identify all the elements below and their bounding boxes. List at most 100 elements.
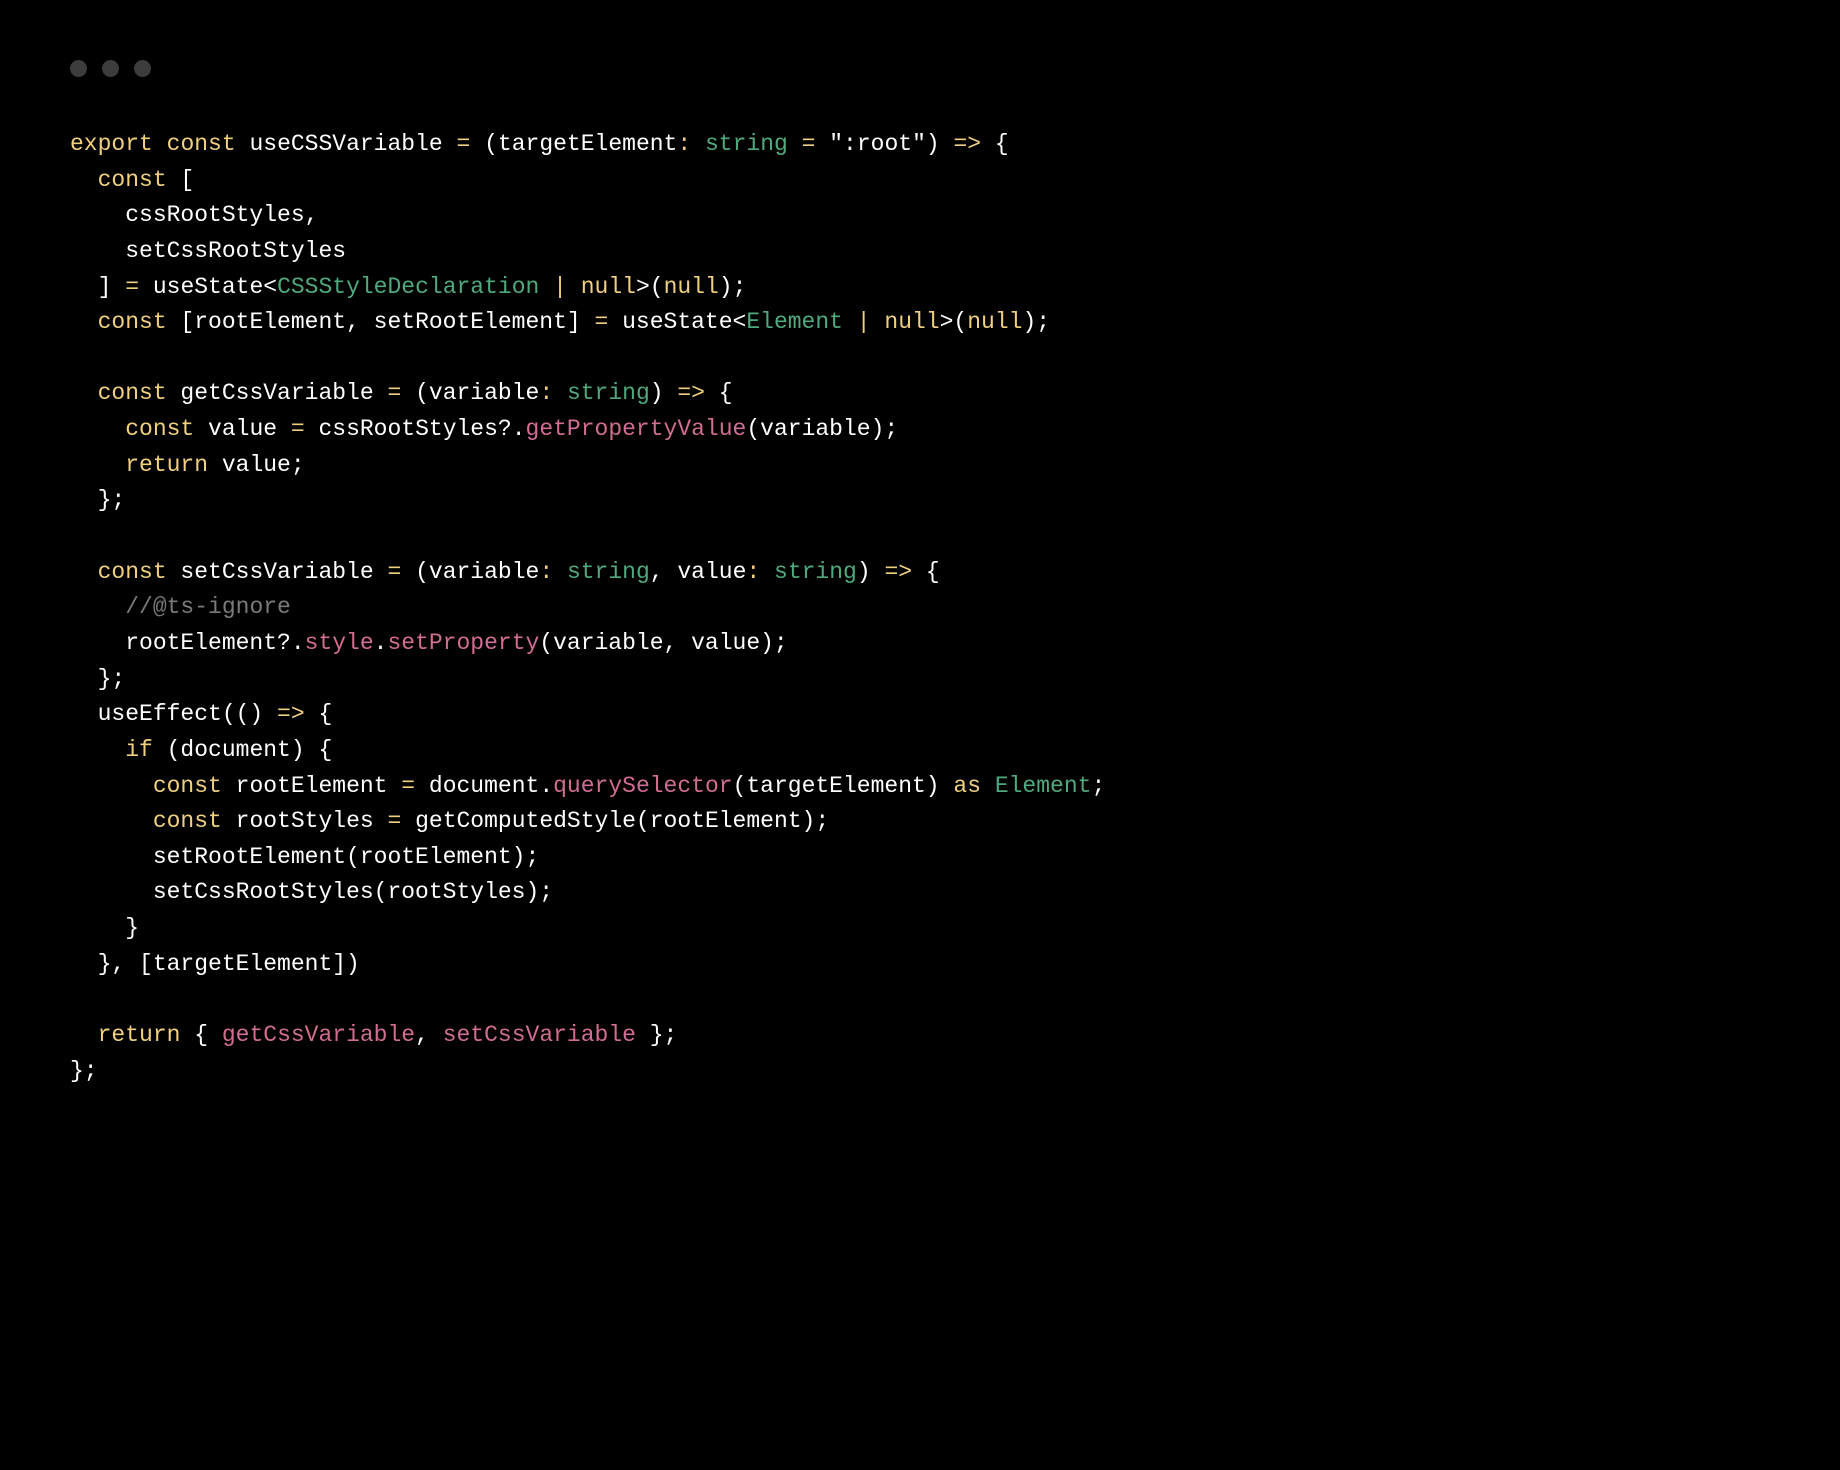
code-token — [553, 559, 567, 585]
traffic-dot-close-icon — [70, 60, 87, 77]
code-token: ); — [1022, 309, 1050, 335]
code-token — [70, 808, 153, 834]
traffic-dot-minimize-icon — [102, 60, 119, 77]
code-token — [70, 737, 125, 763]
code-token: : — [677, 131, 691, 157]
code-token: (document) { — [153, 737, 332, 763]
code-token: document. — [415, 773, 553, 799]
code-token: const — [153, 808, 222, 834]
code-token: => — [953, 131, 981, 157]
code-token: }; — [70, 666, 125, 692]
code-token: null — [664, 274, 719, 300]
code-token — [981, 773, 995, 799]
code-token: ) — [857, 559, 885, 585]
code-token: const — [98, 559, 167, 585]
code-token — [70, 559, 98, 585]
code-token: = — [291, 416, 305, 442]
code-token: { — [305, 701, 333, 727]
code-token — [843, 309, 857, 335]
code-token: ":root" — [829, 131, 926, 157]
code-token: { — [912, 559, 940, 585]
code-token: Element — [746, 309, 843, 335]
code-block: export const useCSSVariable = (targetEle… — [70, 127, 1770, 1089]
code-token: => — [277, 701, 305, 727]
code-token: }; — [70, 1058, 98, 1084]
code-token: = — [401, 773, 415, 799]
code-token — [153, 131, 167, 157]
code-token: getCssVariable — [167, 380, 388, 406]
code-token: string — [774, 559, 857, 585]
code-token: cssRootStyles?. — [305, 416, 526, 442]
code-token — [70, 452, 125, 478]
code-token — [760, 559, 774, 585]
code-token: string — [705, 131, 788, 157]
code-token: = — [595, 309, 609, 335]
code-token: getPropertyValue — [526, 416, 747, 442]
code-token: = — [387, 380, 401, 406]
code-token: const — [125, 416, 194, 442]
code-token: useState< — [139, 274, 277, 300]
code-token: (variable — [401, 559, 539, 585]
code-token: rootElement — [222, 773, 401, 799]
code-token: querySelector — [553, 773, 732, 799]
code-token: } — [70, 915, 139, 941]
code-token: setCssRootStyles — [70, 238, 346, 264]
code-token: ); — [719, 274, 747, 300]
code-token: : — [539, 380, 553, 406]
code-token: => — [884, 559, 912, 585]
code-token — [871, 309, 885, 335]
code-token: //@ts-ignore — [125, 594, 291, 620]
traffic-dot-zoom-icon — [134, 60, 151, 77]
code-token: setProperty — [387, 630, 539, 656]
code-token: getComputedStyle(rootElement); — [401, 808, 829, 834]
code-token: cssRootStyles, — [70, 202, 318, 228]
code-token: string — [567, 380, 650, 406]
code-token: const — [98, 167, 167, 193]
code-token: , — [415, 1022, 443, 1048]
code-token: string — [567, 559, 650, 585]
code-token: null — [581, 274, 636, 300]
code-token: = — [802, 131, 816, 157]
code-token: = — [387, 559, 401, 585]
code-token: ] — [70, 274, 125, 300]
code-token — [788, 131, 802, 157]
code-token: export — [70, 131, 153, 157]
code-token — [70, 309, 98, 335]
code-token — [70, 1022, 98, 1048]
code-token — [815, 131, 829, 157]
code-token: (variable); — [746, 416, 898, 442]
code-token: : — [539, 559, 553, 585]
code-token: const — [98, 309, 167, 335]
code-token: value — [194, 416, 291, 442]
code-token: if — [125, 737, 153, 763]
code-token: const — [153, 773, 222, 799]
code-token: = — [125, 274, 139, 300]
code-token: setRootElement(rootElement); — [70, 844, 539, 870]
code-token: >( — [636, 274, 664, 300]
code-token: [rootElement, setRootElement] — [167, 309, 595, 335]
code-token: }; — [636, 1022, 677, 1048]
code-token: }, [targetElement]) — [70, 951, 360, 977]
code-token — [539, 274, 553, 300]
code-token: return — [125, 452, 208, 478]
code-token: . — [374, 630, 388, 656]
code-token: setCssVariable — [167, 559, 388, 585]
code-token: as — [953, 773, 981, 799]
code-token: (targetElement — [470, 131, 677, 157]
code-token: value; — [208, 452, 305, 478]
code-token: rootElement?. — [70, 630, 305, 656]
code-window: export const useCSSVariable = (targetEle… — [0, 0, 1840, 1149]
code-token: const — [167, 131, 236, 157]
code-token: => — [677, 380, 705, 406]
code-token: = — [387, 808, 401, 834]
code-token: (variable — [401, 380, 539, 406]
code-token: useEffect(() — [70, 701, 277, 727]
code-token: }; — [70, 487, 125, 513]
code-token — [70, 380, 98, 406]
code-token — [70, 594, 125, 620]
code-token: rootStyles — [222, 808, 388, 834]
code-token: { — [981, 131, 1009, 157]
code-token: : — [746, 559, 760, 585]
code-token: = — [457, 131, 471, 157]
code-token — [70, 416, 125, 442]
